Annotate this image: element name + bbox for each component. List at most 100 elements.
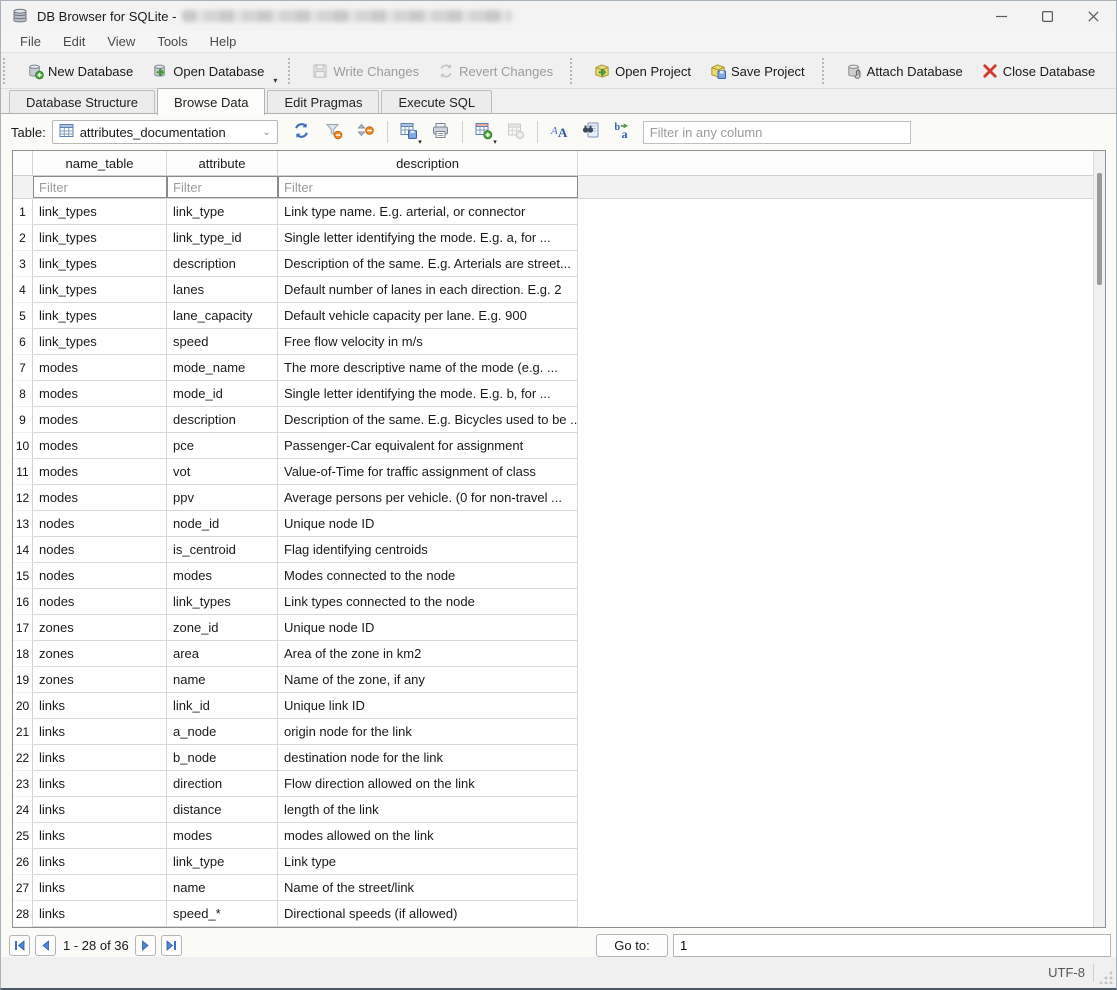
save-project-button[interactable]: Save Project (700, 58, 814, 84)
cell-attribute[interactable]: link_types (167, 589, 278, 615)
first-page-button[interactable] (9, 935, 30, 956)
attach-database-button[interactable]: Attach Database (836, 58, 972, 84)
table-row[interactable]: 15nodesmodesModes connected to the node (13, 563, 1105, 589)
dropdown-caret-icon[interactable]: ▾ (273, 76, 280, 88)
cell-name-table[interactable]: links (33, 745, 167, 771)
resize-grip[interactable] (1100, 971, 1113, 984)
cell-attribute[interactable]: direction (167, 771, 278, 797)
cell-description[interactable]: Description of the same. E.g. Arterials … (278, 251, 578, 277)
cell-name-table[interactable]: nodes (33, 589, 167, 615)
cell-name-table[interactable]: link_types (33, 251, 167, 277)
cell-description[interactable]: Single letter identifying the mode. E.g.… (278, 381, 578, 407)
tab-edit-pragmas[interactable]: Edit Pragmas (267, 90, 379, 115)
column-header-description[interactable]: description (278, 151, 578, 175)
menu-edit[interactable]: Edit (52, 32, 96, 51)
filter-any-column-input[interactable] (643, 121, 911, 144)
table-row[interactable]: 17zoneszone_idUnique node ID (13, 615, 1105, 641)
cell-name-table[interactable]: modes (33, 407, 167, 433)
table-row[interactable]: 26linkslink_typeLink type (13, 849, 1105, 875)
menu-help[interactable]: Help (199, 32, 248, 51)
table-row[interactable]: 18zonesareaArea of the zone in km2 (13, 641, 1105, 667)
cell-attribute[interactable]: modes (167, 823, 278, 849)
cell-name-table[interactable]: modes (33, 485, 167, 511)
tab-database-structure[interactable]: Database Structure (9, 90, 155, 115)
table-row[interactable]: 10modespcePassenger-Car equivalent for a… (13, 433, 1105, 459)
cell-attribute[interactable]: lanes (167, 277, 278, 303)
new-database-button[interactable]: New Database (17, 58, 142, 84)
column-filter-attribute[interactable] (167, 176, 278, 198)
cell-name-table[interactable]: link_types (33, 225, 167, 251)
table-row[interactable]: 13nodesnode_idUnique node ID (13, 511, 1105, 537)
cell-name-table[interactable]: links (33, 719, 167, 745)
table-row[interactable]: 7modesmode_nameThe more descriptive name… (13, 355, 1105, 381)
cell-description[interactable]: Passenger-Car equivalent for assignment (278, 433, 578, 459)
column-filter-name-table[interactable] (33, 176, 167, 198)
cell-description[interactable]: Name of the zone, if any (278, 667, 578, 693)
cell-description[interactable]: Default number of lanes in each directio… (278, 277, 578, 303)
refresh-button[interactable] (289, 119, 315, 145)
scrollbar-thumb[interactable] (1097, 173, 1102, 285)
cell-attribute[interactable]: speed (167, 329, 278, 355)
cell-name-table[interactable]: links (33, 797, 167, 823)
cell-description[interactable]: Free flow velocity in m/s (278, 329, 578, 355)
cell-description[interactable]: modes allowed on the link (278, 823, 578, 849)
cell-attribute[interactable]: mode_name (167, 355, 278, 381)
cell-attribute[interactable]: lane_capacity (167, 303, 278, 329)
cell-description[interactable]: Area of the zone in km2 (278, 641, 578, 667)
binoculars-document-button[interactable] (578, 119, 604, 145)
cell-attribute[interactable]: zone_id (167, 615, 278, 641)
cell-attribute[interactable]: description (167, 407, 278, 433)
export-table-button[interactable]: ▾ (396, 119, 422, 145)
cell-name-table[interactable]: links (33, 901, 167, 927)
cell-name-table[interactable]: nodes (33, 511, 167, 537)
cell-description[interactable]: Unique link ID (278, 693, 578, 719)
cell-description[interactable]: origin node for the link (278, 719, 578, 745)
cell-name-table[interactable]: link_types (33, 303, 167, 329)
revert-changes-button[interactable]: Revert Changes (428, 58, 562, 84)
table-row[interactable]: 16nodeslink_typesLink types connected to… (13, 589, 1105, 615)
cell-description[interactable]: Single letter identifying the mode. E.g.… (278, 225, 578, 251)
menu-tools[interactable]: Tools (146, 32, 198, 51)
dropdown-caret-icon[interactable]: ▾ (418, 138, 422, 146)
next-page-button[interactable] (135, 935, 156, 956)
dropdown-caret-icon[interactable]: ▾ (493, 138, 497, 146)
cell-attribute[interactable]: pce (167, 433, 278, 459)
cell-name-table[interactable]: modes (33, 459, 167, 485)
cell-attribute[interactable]: area (167, 641, 278, 667)
cell-attribute[interactable]: node_id (167, 511, 278, 537)
cell-description[interactable]: Directional speeds (if allowed) (278, 901, 578, 927)
cell-attribute[interactable]: link_type_id (167, 225, 278, 251)
menu-file[interactable]: File (9, 32, 52, 51)
cell-name-table[interactable]: zones (33, 641, 167, 667)
cell-description[interactable]: Average persons per vehicle. (0 for non-… (278, 485, 578, 511)
table-row[interactable]: 8modesmode_idSingle letter identifying t… (13, 381, 1105, 407)
encoding-label[interactable]: UTF-8 (1048, 965, 1085, 980)
table-row[interactable]: 1link_typeslink_typeLink type name. E.g.… (13, 199, 1105, 225)
cell-description[interactable]: Default vehicle capacity per lane. E.g. … (278, 303, 578, 329)
table-row[interactable]: 22linksb_nodedestination node for the li… (13, 745, 1105, 771)
cell-attribute[interactable]: link_id (167, 693, 278, 719)
write-changes-button[interactable]: Write Changes (302, 58, 428, 84)
cell-description[interactable]: length of the link (278, 797, 578, 823)
cell-attribute[interactable]: b_node (167, 745, 278, 771)
previous-page-button[interactable] (35, 935, 56, 956)
cell-attribute[interactable]: vot (167, 459, 278, 485)
close-database-button[interactable]: Close Database (972, 58, 1105, 84)
table-row[interactable]: 3link_typesdescriptionDescription of the… (13, 251, 1105, 277)
menu-view[interactable]: View (96, 32, 146, 51)
cell-attribute[interactable]: link_type (167, 199, 278, 225)
cell-name-table[interactable]: links (33, 849, 167, 875)
tab-execute-sql[interactable]: Execute SQL (381, 90, 492, 115)
cell-description[interactable]: Value-of-Time for traffic assignment of … (278, 459, 578, 485)
cell-name-table[interactable]: nodes (33, 563, 167, 589)
cell-description[interactable]: Flag identifying centroids (278, 537, 578, 563)
clear-filters-button[interactable] (321, 119, 347, 145)
cell-description[interactable]: The more descriptive name of the mode (e… (278, 355, 578, 381)
cell-name-table[interactable]: links (33, 875, 167, 901)
cell-name-table[interactable]: links (33, 823, 167, 849)
open-database-button[interactable]: Open Database (142, 58, 273, 84)
cell-description[interactable]: Link type name. E.g. arterial, or connec… (278, 199, 578, 225)
cell-name-table[interactable]: nodes (33, 537, 167, 563)
table-select-combobox[interactable]: attributes_documentation ⌄ (52, 120, 278, 144)
table-row[interactable]: 28linksspeed_*Directional speeds (if all… (13, 901, 1105, 927)
